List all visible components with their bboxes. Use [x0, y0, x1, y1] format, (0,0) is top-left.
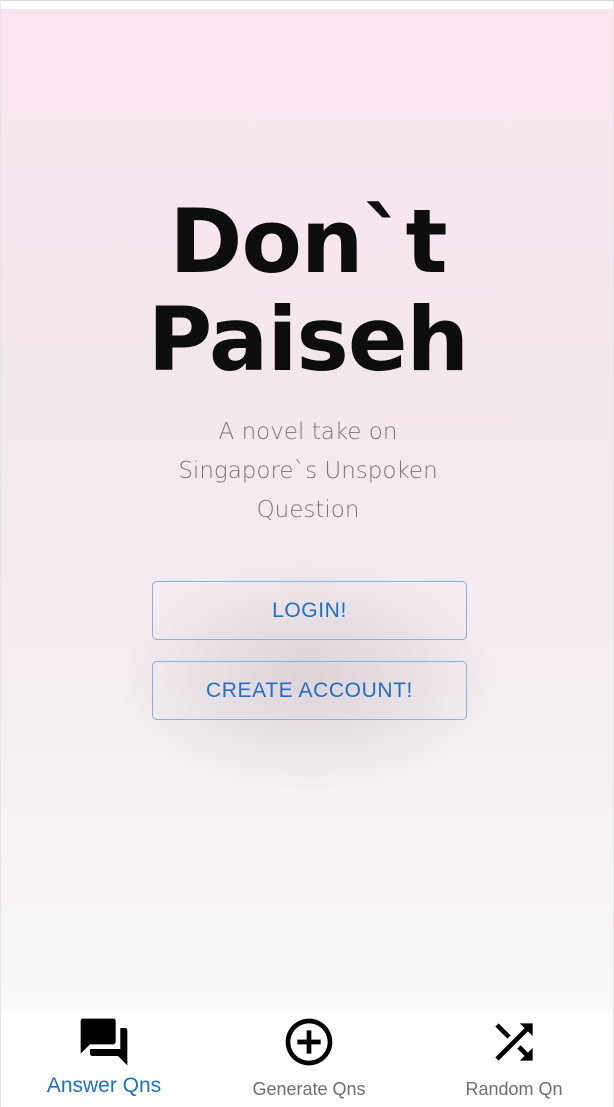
shuffle-icon — [495, 1023, 533, 1061]
nav-label-random-qn: Random Qn — [465, 1079, 563, 1099]
app-title: Don`t Paiseh — [1, 190, 613, 391]
nav-item-generate-qns[interactable]: Generate Qns — [209, 1011, 409, 1107]
forum-icon — [80, 1018, 128, 1066]
app-title-line-1: Don`t — [169, 190, 447, 293]
app-tagline: A novel take on Singapore`s Unspoken Que… — [178, 419, 438, 523]
login-button[interactable]: LOGIN! — [152, 581, 467, 640]
nav-label-generate-qns: Generate Qns — [252, 1079, 366, 1099]
app-title-line-2: Paiseh — [147, 288, 469, 391]
add-circle-icon — [285, 1018, 333, 1066]
create-account-button[interactable]: CREATE ACCOUNT! — [152, 661, 467, 720]
app-frame: Don`t Paiseh A novel take on Singapore`s… — [0, 0, 614, 1107]
nav-item-random-qn[interactable]: Random Qn — [414, 1011, 613, 1107]
bottom-navigation: Answer Qns Generate Qns Random Qn — [1, 1011, 613, 1107]
nav-label-answer-qns: Answer Qns — [46, 1074, 162, 1097]
nav-item-answer-qns[interactable]: Answer Qns — [4, 1011, 204, 1107]
